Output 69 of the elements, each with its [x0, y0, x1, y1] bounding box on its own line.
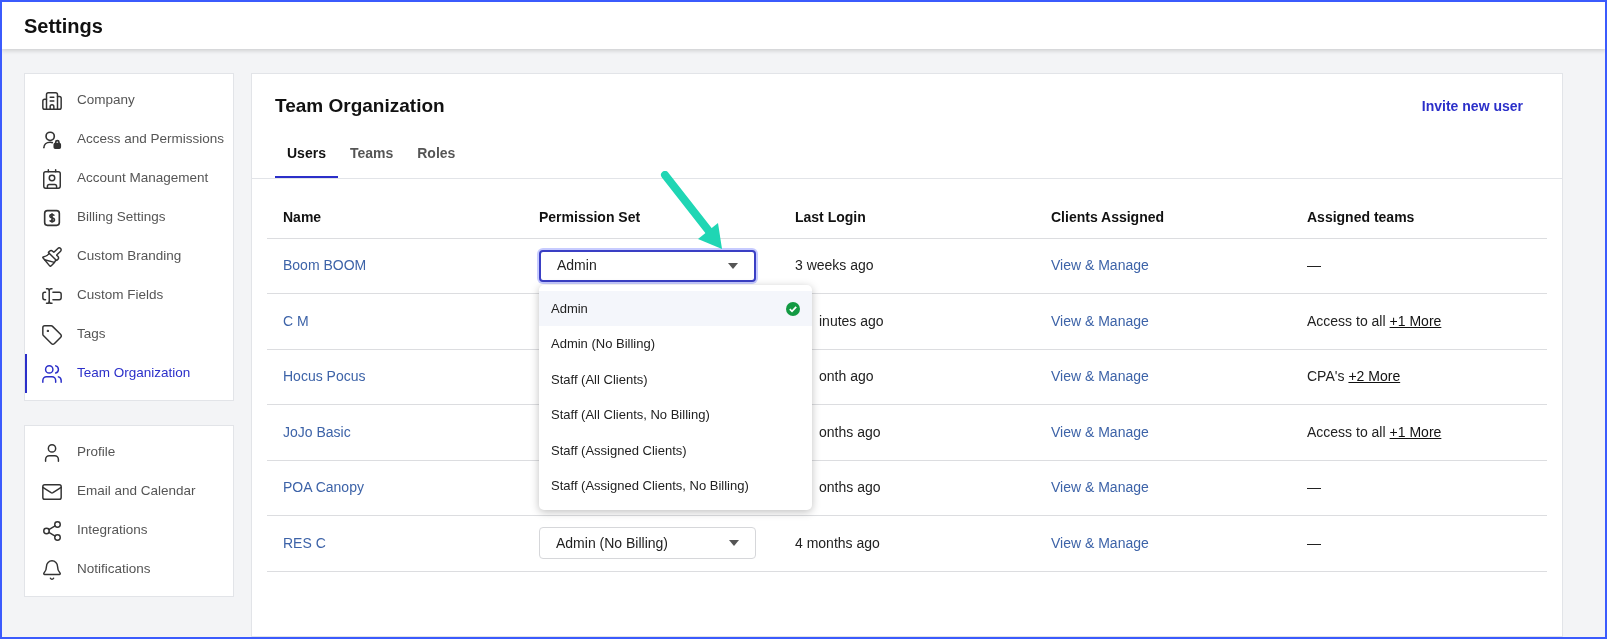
teams-text: —	[1307, 256, 1321, 276]
permission-select[interactable]: Admin	[539, 249, 756, 282]
bell-icon	[41, 558, 63, 581]
sidebar-item[interactable]: Custom Fields	[25, 276, 233, 315]
sidebar-item[interactable]: Access and Permissions	[25, 120, 233, 159]
view-manage-link[interactable]: View & Manage	[1035, 421, 1165, 443]
users-icon	[41, 362, 63, 385]
user-name-link[interactable]: Boom BOOM	[267, 255, 383, 277]
column-header: Name	[282, 207, 323, 227]
sidebar-item[interactable]: Account Management	[25, 159, 233, 198]
dropdown-option[interactable]: Staff (All Clients)	[539, 361, 812, 398]
dropdown-option[interactable]: Staff (All Clients, No Billing)	[539, 397, 812, 433]
view-manage-link[interactable]: View & Manage	[1035, 477, 1165, 499]
sidebar-item[interactable]: Integrations	[25, 511, 233, 550]
user-name-link[interactable]: JoJo Basic	[267, 421, 367, 443]
teams-text: Access to all	[1307, 422, 1386, 442]
sidebar-item[interactable]: Email and Calendar	[25, 472, 233, 511]
last-login-text: 4 months ago	[794, 533, 880, 553]
column-header: Permission Set	[538, 207, 642, 227]
last-login-text: inutes ago	[818, 311, 884, 331]
brush-icon	[41, 245, 63, 268]
share-icon	[41, 519, 63, 542]
last-login-text: 3 weeks ago	[794, 256, 874, 276]
sidebar-item[interactable]: Notifications	[25, 550, 233, 589]
view-manage-link[interactable]: View & Manage	[1035, 366, 1165, 388]
caret-icon	[729, 540, 739, 547]
teams-text: —	[1307, 478, 1321, 498]
sidebar-item[interactable]: Company	[25, 81, 233, 120]
user-lock-icon	[41, 128, 63, 151]
column-header: Assigned teams	[1306, 207, 1416, 227]
view-manage-link[interactable]: View & Manage	[1035, 310, 1165, 332]
user-name-link[interactable]: C M	[267, 310, 325, 332]
teams-text: —	[1307, 533, 1321, 553]
more-teams-link[interactable]: +1 More	[1389, 310, 1442, 332]
check-circle-icon	[786, 301, 800, 316]
view-manage-link[interactable]: View & Manage	[1035, 255, 1165, 277]
user-name-link[interactable]: RES C	[267, 532, 342, 554]
tab[interactable]: Users	[275, 142, 338, 178]
user-name-link[interactable]: Hocus Pocus	[267, 366, 382, 388]
invite-user-link[interactable]: Invite new user	[1421, 95, 1523, 117]
last-login-text: onths ago	[818, 478, 881, 498]
last-login-text: onths ago	[818, 422, 881, 442]
permission-select[interactable]: Admin (No Billing)	[539, 527, 756, 560]
dropdown-option[interactable]: Admin (No Billing)	[539, 326, 812, 362]
teams-text: Access to all	[1307, 311, 1386, 331]
dropdown-option[interactable]: Admin	[539, 290, 812, 327]
dropdown-option[interactable]: Staff (Assigned Clients, No Billing)	[539, 468, 812, 504]
tab[interactable]: Teams	[337, 142, 406, 178]
sidebar-item[interactable]: Custom Branding	[25, 237, 233, 276]
sidebar-item[interactable]: Profile	[25, 433, 233, 472]
tab[interactable]: Roles	[405, 142, 468, 178]
page-title: Settings	[24, 13, 103, 39]
section-title: Team Organization	[275, 94, 445, 118]
more-teams-link[interactable]: +2 More	[1348, 366, 1401, 388]
teams-text: CPA's	[1307, 367, 1345, 387]
sidebar-item[interactable]: Billing Settings	[25, 198, 233, 237]
last-login-text: onth ago	[818, 367, 874, 387]
user-name-link[interactable]: POA Canopy	[267, 477, 380, 499]
column-header: Last Login	[794, 207, 867, 227]
id-card-icon	[41, 167, 63, 190]
column-header: Clients Assigned	[1050, 207, 1166, 227]
building-icon	[41, 89, 63, 112]
dropdown-option[interactable]: Staff (Assigned Clients)	[539, 432, 812, 469]
sidebar-item[interactable]: Team Organization	[25, 354, 233, 393]
more-teams-link[interactable]: +1 More	[1389, 421, 1442, 443]
tag-icon	[41, 323, 63, 346]
caret-icon	[728, 262, 738, 269]
sidebar-item[interactable]: Tags	[25, 315, 233, 354]
view-manage-link[interactable]: View & Manage	[1035, 532, 1165, 554]
